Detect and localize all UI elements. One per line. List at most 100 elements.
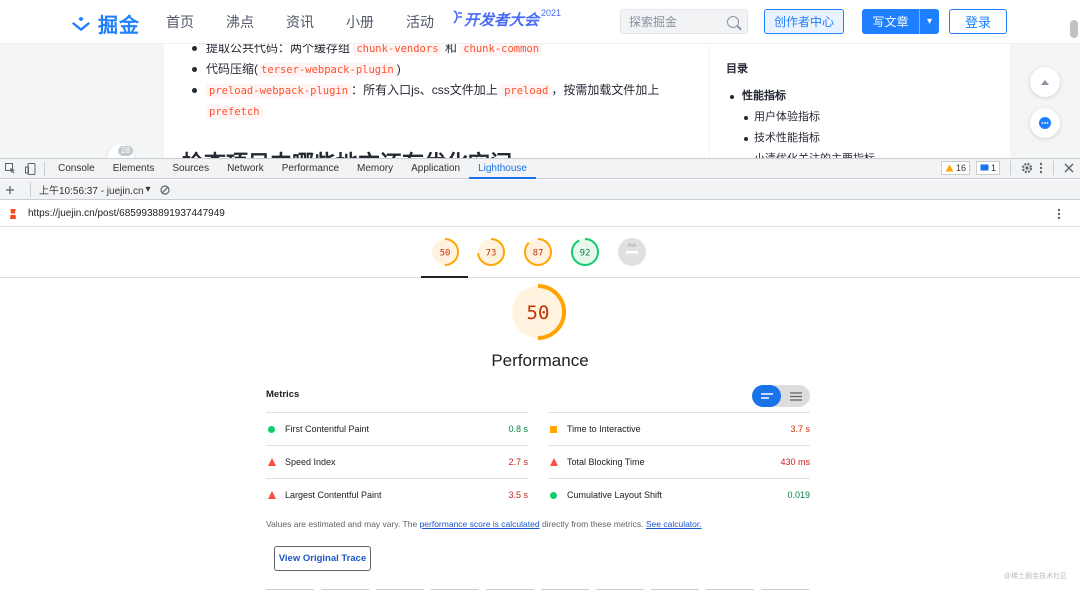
view-original-trace-button[interactable]: View Original Trace bbox=[274, 546, 371, 571]
gauge-seo[interactable]: 92 bbox=[570, 237, 600, 267]
tab-lighthouse[interactable]: Lighthouse bbox=[469, 159, 536, 179]
metric-row[interactable]: Time to Interactive 3.7 s bbox=[548, 412, 810, 445]
nav-pins[interactable]: 沸点 bbox=[226, 12, 254, 32]
more-vertical-icon[interactable] bbox=[1039, 162, 1043, 174]
metric-name: Largest Contentful Paint bbox=[285, 490, 382, 500]
plus-icon[interactable] bbox=[0, 180, 20, 200]
inspect-element-icon[interactable] bbox=[0, 159, 20, 179]
list-text: 代码压缩( bbox=[206, 62, 258, 76]
nav-news[interactable]: 资讯 bbox=[286, 12, 314, 32]
metrics-note: Values are estimated and may vary. The p… bbox=[266, 519, 826, 529]
page-scrollbar[interactable] bbox=[1070, 20, 1078, 38]
fail-indicator-icon bbox=[266, 458, 284, 466]
toc-title: 目录 bbox=[726, 63, 748, 75]
comment-count-badge: 28 bbox=[118, 146, 133, 156]
calculator-link[interactable]: See calculator. bbox=[646, 519, 702, 529]
list-item: preload-webpack-plugin ：所有入口js、css文件加上 pr… bbox=[190, 80, 709, 122]
warnings-badge[interactable]: 16 bbox=[940, 161, 970, 175]
arrow-up-icon bbox=[1041, 80, 1049, 85]
nav-events[interactable]: 活动 bbox=[406, 12, 434, 32]
chevron-down-icon[interactable]: ▾ bbox=[919, 9, 939, 34]
filmstrip-frame bbox=[321, 589, 369, 593]
devtools-status: 16 1 bbox=[940, 161, 1074, 175]
article-list: 提取公共代码：两个缓存组 chunk-vendors 和 chunk-commo… bbox=[190, 44, 709, 122]
messages-badge[interactable]: 1 bbox=[975, 161, 1000, 175]
gauge-performance[interactable]: 50 bbox=[430, 237, 460, 267]
filmstrip-frame bbox=[706, 589, 754, 593]
metric-row[interactable]: First Contentful Paint 0.8 s bbox=[266, 412, 528, 445]
clear-icon[interactable] bbox=[155, 180, 175, 200]
article-content: 提取公共代码：两个缓存组 chunk-vendors 和 chunk-commo… bbox=[164, 44, 709, 158]
lighthouse-icon bbox=[10, 208, 16, 219]
metric-row[interactable]: Cumulative Layout Shift 0.019 bbox=[548, 478, 810, 511]
metric-row[interactable]: Speed Index 2.7 s bbox=[266, 445, 528, 478]
score-calculation-link[interactable]: performance score is calculated bbox=[420, 519, 540, 529]
juejin-logo[interactable]: 掘金 bbox=[70, 9, 140, 38]
tab-elements[interactable]: Elements bbox=[104, 159, 164, 179]
average-indicator-icon bbox=[548, 425, 566, 433]
feedback-button[interactable] bbox=[1030, 108, 1060, 138]
creator-center-button[interactable]: 创作者中心 bbox=[764, 9, 844, 34]
inline-code: preload bbox=[501, 84, 552, 98]
report-select[interactable]: 上午10:56:37 - juejin.cn ▾ bbox=[30, 182, 151, 197]
compact-view-button[interactable] bbox=[752, 385, 781, 407]
note-text: directly from these metrics. bbox=[539, 519, 646, 529]
gauge-best-practices[interactable]: 87 bbox=[523, 237, 553, 267]
toc-item[interactable]: 小清优化关注的主要指标 bbox=[726, 149, 1010, 158]
list-text: 和 bbox=[441, 44, 461, 55]
inline-code: terser-webpack-plugin bbox=[258, 63, 397, 77]
performance-score-gauge: 50 bbox=[510, 284, 566, 340]
search-input[interactable]: 探索掘金 bbox=[620, 9, 748, 34]
metric-value: 0.019 bbox=[787, 490, 810, 500]
gauge-score-label: 87 bbox=[533, 249, 544, 259]
list-item: 提取公共代码：两个缓存组 chunk-vendors 和 chunk-commo… bbox=[190, 44, 709, 59]
pass-indicator-icon bbox=[548, 491, 566, 499]
logo-text: 掘金 bbox=[98, 15, 140, 37]
nav-dev-conference[interactable]: 开发者大会 2021 bbox=[452, 8, 561, 30]
more-vertical-icon[interactable] bbox=[1057, 208, 1061, 220]
tab-memory[interactable]: Memory bbox=[348, 159, 402, 179]
gear-icon[interactable] bbox=[1021, 162, 1033, 174]
active-gauge-indicator bbox=[421, 276, 468, 278]
metrics-view-toggle[interactable] bbox=[752, 385, 810, 407]
tab-performance[interactable]: Performance bbox=[273, 159, 348, 179]
gauge-accessibility[interactable]: 73 bbox=[476, 237, 506, 267]
tab-console[interactable]: Console bbox=[49, 159, 104, 179]
search-placeholder: 探索掘金 bbox=[629, 15, 678, 29]
search-icon[interactable] bbox=[727, 15, 739, 28]
filmstrip-frame bbox=[266, 589, 314, 593]
message-icon bbox=[980, 164, 989, 171]
tab-network[interactable]: Network bbox=[218, 159, 273, 179]
fail-indicator-icon bbox=[548, 458, 566, 466]
report-url[interactable]: https://juejin.cn/post/68599388919374479… bbox=[28, 208, 225, 219]
nav-books[interactable]: 小册 bbox=[346, 12, 374, 32]
metric-value: 3.5 s bbox=[508, 490, 528, 500]
warnings-count: 16 bbox=[955, 163, 966, 173]
gauge-score-label: 50 bbox=[440, 249, 451, 259]
inline-code: chunk-vendors bbox=[353, 44, 442, 56]
expanded-view-button[interactable] bbox=[781, 385, 810, 407]
metric-value: 2.7 s bbox=[508, 457, 528, 467]
fail-indicator-icon bbox=[266, 491, 284, 499]
devtools-tabbar: Console Elements Sources Network Perform… bbox=[0, 159, 1080, 179]
filmstrip-frame bbox=[596, 589, 644, 593]
toc-item[interactable]: 性能指标 bbox=[726, 86, 1010, 107]
note-text: Values are estimated and may vary. The bbox=[266, 519, 420, 529]
nav-home[interactable]: 首页 bbox=[166, 12, 194, 32]
metric-row[interactable]: Total Blocking Time 430 ms bbox=[548, 445, 810, 478]
gauge-score-label: 92 bbox=[580, 249, 591, 259]
inline-code: preload-webpack-plugin bbox=[206, 84, 352, 98]
write-article-button[interactable]: 写文章 ▾ bbox=[862, 9, 939, 34]
close-icon[interactable] bbox=[1064, 163, 1074, 173]
metric-row[interactable]: Largest Contentful Paint 3.5 s bbox=[266, 478, 528, 511]
metrics-title: Metrics bbox=[266, 389, 300, 400]
toc-item[interactable]: 用户体验指标 bbox=[726, 107, 1010, 128]
toc-item[interactable]: 技术性能指标 bbox=[726, 128, 1010, 149]
gauge-pwa[interactable]: PWA bbox=[617, 237, 647, 267]
tab-application[interactable]: Application bbox=[402, 159, 469, 179]
list-compact-icon bbox=[760, 393, 773, 399]
scroll-top-button[interactable] bbox=[1030, 67, 1060, 97]
tab-sources[interactable]: Sources bbox=[163, 159, 218, 179]
device-toolbar-icon[interactable] bbox=[20, 159, 40, 179]
login-button[interactable]: 登录 bbox=[949, 9, 1007, 34]
